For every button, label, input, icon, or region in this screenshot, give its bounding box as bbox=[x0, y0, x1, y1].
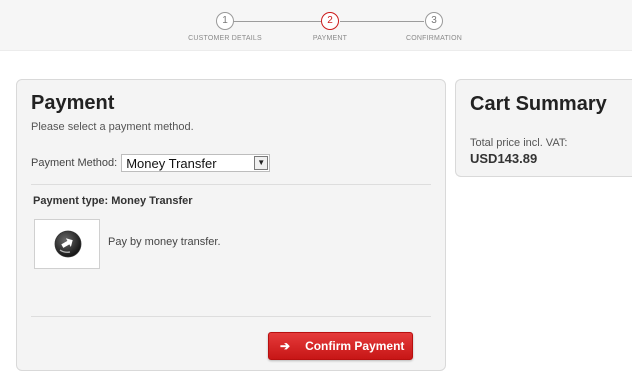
step-payment: 2 PAYMENT bbox=[270, 12, 390, 42]
confirm-payment-button[interactable]: ➔ Confirm Payment bbox=[268, 332, 413, 360]
total-price-value: USD143.89 bbox=[470, 151, 538, 166]
step-label: PAYMENT bbox=[312, 35, 348, 42]
payment-title: Payment bbox=[31, 92, 115, 114]
checkout-stepper: 1 CUSTOMER DETAILS 2 PAYMENT 3 CONFIRMAT… bbox=[0, 0, 632, 51]
divider bbox=[31, 316, 431, 317]
payment-panel: Payment Please select a payment method. … bbox=[16, 79, 446, 371]
step-customer-details[interactable]: 1 CUSTOMER DETAILS bbox=[165, 12, 285, 42]
arrow-right-icon: ➔ bbox=[280, 339, 291, 353]
total-price-label: Total price incl. VAT: bbox=[470, 137, 568, 149]
step-number: 1 bbox=[216, 12, 234, 30]
cart-summary-panel: Cart Summary Total price incl. VAT: USD1… bbox=[455, 79, 632, 177]
chevron-down-icon[interactable]: ▼ bbox=[254, 156, 269, 170]
money-transfer-icon bbox=[54, 230, 82, 258]
payment-method-row: Payment Method: Money Transfer ▼ bbox=[31, 154, 271, 172]
step-confirmation: 3 CONFIRMATION bbox=[374, 12, 494, 42]
step-label: CUSTOMER DETAILS bbox=[188, 35, 262, 42]
step-number: 2 bbox=[321, 12, 339, 30]
divider bbox=[31, 184, 431, 185]
confirm-payment-label: Confirm Payment bbox=[305, 339, 405, 353]
step-label: CONFIRMATION bbox=[406, 35, 462, 42]
payment-method-selected: Money Transfer bbox=[126, 156, 217, 171]
payment-type-heading: Payment type: Money Transfer bbox=[33, 195, 193, 207]
payment-method-label: Payment Method: bbox=[31, 157, 118, 169]
cart-summary-title: Cart Summary bbox=[470, 93, 607, 115]
payment-method-select[interactable]: Money Transfer ▼ bbox=[121, 154, 271, 172]
payment-method-logo bbox=[34, 219, 100, 269]
step-number: 3 bbox=[425, 12, 443, 30]
payment-method-description: Pay by money transfer. bbox=[108, 236, 221, 248]
payment-subtitle: Please select a payment method. bbox=[31, 121, 194, 133]
